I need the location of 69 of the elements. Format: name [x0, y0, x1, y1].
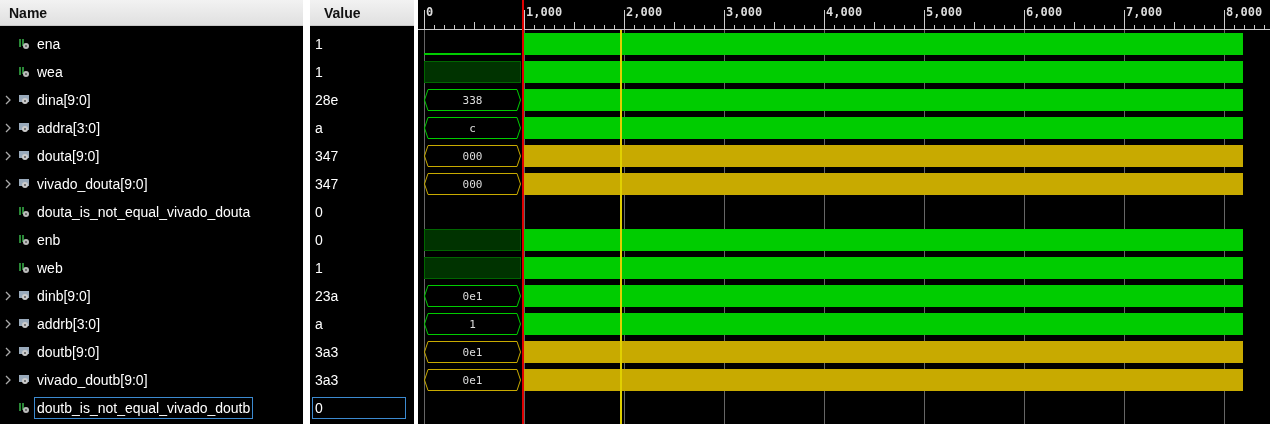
- bus-value-segment: 000: [424, 145, 521, 167]
- bus-value-segment: 000: [424, 173, 521, 195]
- ruler-label: 7,000: [1126, 5, 1163, 19]
- expand-icon[interactable]: [4, 95, 12, 105]
- bit-signal-icon: [18, 402, 31, 414]
- signal-name[interactable]: doutb_is_not_equal_vivado_doutb: [34, 397, 254, 419]
- signal-value: 1: [314, 35, 324, 54]
- expand-icon[interactable]: [4, 179, 12, 189]
- expand-icon[interactable]: [4, 151, 12, 161]
- bus-value-segment: 0e1: [424, 369, 521, 391]
- expand-icon[interactable]: [4, 375, 12, 385]
- signal-value: 0: [312, 397, 406, 419]
- ruler-label: 8,000: [1226, 5, 1263, 19]
- ruler-label: 3,000: [726, 5, 763, 19]
- signal-name[interactable]: web: [34, 257, 66, 279]
- signal-value: 3a3: [314, 343, 340, 362]
- bus-signal-icon: [18, 290, 31, 302]
- signal-value: 0: [314, 231, 324, 250]
- bus-value-segment: 1: [424, 313, 521, 335]
- bus-signal-icon: [18, 178, 31, 190]
- signal-name[interactable]: dinb[9:0]: [34, 285, 94, 307]
- expand-icon[interactable]: [4, 123, 12, 133]
- signal-name[interactable]: douta_is_not_equal_vivado_douta: [34, 201, 254, 223]
- signal-value: 3a3: [314, 371, 340, 390]
- bus-signal-icon: [18, 318, 31, 330]
- signal-value: 1: [314, 63, 324, 82]
- ruler-label: 0: [426, 5, 434, 19]
- ruler-label: 5,000: [926, 5, 963, 19]
- signal-value: a: [314, 119, 324, 138]
- bit-signal-icon: [18, 38, 31, 50]
- bit-signal-icon: [18, 206, 31, 218]
- ruler-label: 2,000: [626, 5, 663, 19]
- signal-name[interactable]: doutb[9:0]: [34, 341, 103, 363]
- expand-icon[interactable]: [4, 291, 12, 301]
- signal-value: 1: [314, 259, 324, 278]
- ruler-label: 6,000: [1026, 5, 1063, 19]
- signal-name[interactable]: addra[3:0]: [34, 117, 104, 139]
- bus-value-segment: 338: [424, 89, 521, 111]
- signal-name[interactable]: dina[9:0]: [34, 89, 94, 111]
- signal-value: 347: [314, 175, 340, 194]
- bus-value-segment: 0e1: [424, 341, 521, 363]
- signal-value: a: [314, 315, 324, 334]
- signal-name[interactable]: vivado_douta[9:0]: [34, 173, 151, 195]
- signal-name[interactable]: ena: [34, 33, 64, 55]
- signal-value: 28e: [314, 91, 340, 110]
- bit-signal-icon: [18, 234, 31, 246]
- bus-signal-icon: [18, 374, 31, 386]
- ruler-label: 4,000: [826, 5, 863, 19]
- bit-signal-icon: [18, 66, 31, 78]
- signal-name[interactable]: addrb[3:0]: [34, 313, 104, 335]
- signal-value: 23a: [314, 287, 340, 306]
- bus-value-segment: 0e1: [424, 285, 521, 307]
- signal-name[interactable]: enb: [34, 229, 64, 251]
- column-header[interactable]: Name: [9, 4, 48, 21]
- marker-line[interactable]: [620, 30, 622, 424]
- bus-signal-icon: [18, 150, 31, 162]
- bit-signal-icon: [18, 262, 31, 274]
- signal-name[interactable]: wea: [34, 61, 66, 83]
- ruler-label: 1,000: [526, 5, 563, 19]
- signal-value: 0: [314, 203, 324, 222]
- expand-icon[interactable]: [4, 319, 12, 329]
- signal-value: 347: [314, 147, 340, 166]
- signal-name[interactable]: douta[9:0]: [34, 145, 103, 167]
- signal-name[interactable]: vivado_doutb[9:0]: [34, 369, 151, 391]
- bus-signal-icon: [18, 94, 31, 106]
- bus-signal-icon: [18, 346, 31, 358]
- expand-icon[interactable]: [4, 347, 12, 357]
- bus-value-segment: c: [424, 117, 521, 139]
- bus-signal-icon: [18, 122, 31, 134]
